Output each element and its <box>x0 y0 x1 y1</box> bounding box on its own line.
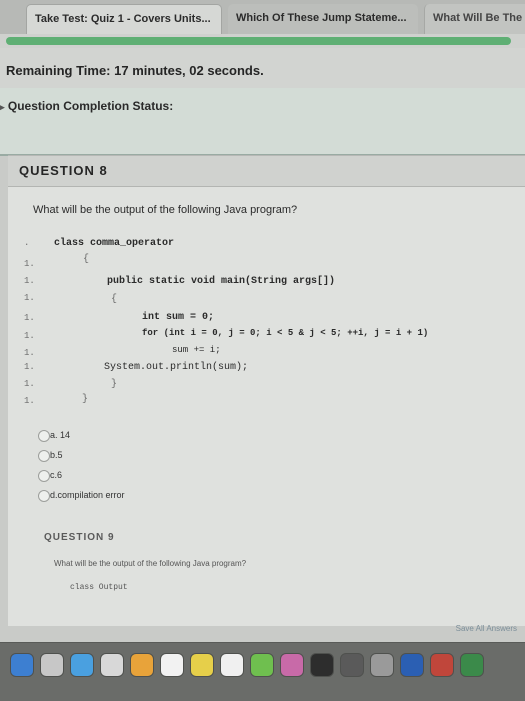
notes-icon[interactable] <box>190 653 214 677</box>
app-icon[interactable] <box>370 653 394 677</box>
radio-button[interactable] <box>38 490 50 502</box>
terminal-icon[interactable] <box>310 653 334 677</box>
code-gutter: 1. <box>24 293 35 303</box>
option-a-label: a. 14 <box>50 430 71 440</box>
code-line: } <box>82 394 89 405</box>
radio-button[interactable] <box>38 470 50 482</box>
question-9-text: What will be the output of the following… <box>54 559 247 568</box>
option-b[interactable]: b.5 <box>38 450 63 462</box>
code-gutter: 1. <box>24 259 35 269</box>
timer-progress-track <box>0 34 525 48</box>
option-a[interactable]: a. 14 <box>38 430 71 442</box>
mail-icon[interactable] <box>100 653 124 677</box>
messages-icon[interactable] <box>250 653 274 677</box>
remaining-time: Remaining Time: 17 minutes, 02 seconds. <box>6 63 264 78</box>
question-card: QUESTION 8 What will be the output of th… <box>8 155 525 633</box>
tab-jump-statements[interactable]: Which Of These Jump Stateme... <box>228 4 418 34</box>
code-line: { <box>83 254 90 265</box>
question-9-code: class Output <box>70 583 128 592</box>
dock <box>0 642 525 701</box>
question-8-header: QUESTION 8 <box>8 156 525 187</box>
option-d[interactable]: d.compilation error <box>38 490 125 502</box>
code-line: System.out.println(sum); <box>104 362 249 373</box>
code-gutter: 1. <box>24 276 35 286</box>
safari-icon[interactable] <box>70 653 94 677</box>
code-line: } <box>111 379 118 390</box>
code-gutter: 1. <box>24 396 35 406</box>
app-icon[interactable] <box>340 653 364 677</box>
calendar-icon[interactable] <box>160 653 184 677</box>
option-c-label: c.6 <box>50 470 63 480</box>
code-gutter: 1. <box>24 313 35 323</box>
question-8-text: What will be the output of the following… <box>33 204 298 216</box>
code-line: { <box>111 294 118 305</box>
powerpoint-icon[interactable] <box>430 653 454 677</box>
photos-icon[interactable] <box>280 653 304 677</box>
completion-status-label: Question Completion Status: <box>7 99 174 113</box>
timer-progress-fill <box>6 37 511 45</box>
code-line: public static void main(String args[]) <box>107 276 336 287</box>
reminders-icon[interactable] <box>220 653 244 677</box>
excel-icon[interactable] <box>460 653 484 677</box>
code-gutter: 1. <box>24 362 35 372</box>
tab-what-will-be[interactable]: What Will Be The O <box>424 4 525 34</box>
code-gutter: 1. <box>24 348 35 358</box>
question-8-title: QUESTION 8 <box>19 163 108 178</box>
word-icon[interactable] <box>400 653 424 677</box>
code-gutter: . <box>24 238 30 248</box>
contacts-icon[interactable] <box>130 653 154 677</box>
completion-status-toggle[interactable]: ▸ Question Completion Status: <box>0 99 173 113</box>
code-gutter: 1. <box>24 331 35 341</box>
completion-status-band: ▸ Question Completion Status: <box>0 88 525 156</box>
browser-tab-bar: Take Test: Quiz 1 - Covers Units... Whic… <box>0 0 525 35</box>
finder-icon[interactable] <box>10 653 34 677</box>
expand-arrow-icon[interactable]: ▸ <box>0 102 5 112</box>
remaining-time-value: 17 minutes, 02 seconds. <box>114 63 264 78</box>
option-d-label: d.compilation error <box>50 490 125 500</box>
timer-band: Remaining Time: 17 minutes, 02 seconds. <box>0 48 525 88</box>
question-9-title: QUESTION 9 <box>44 532 115 543</box>
code-line: sum += i; <box>172 345 221 355</box>
remaining-time-label: Remaining Time: <box>6 63 111 78</box>
radio-button[interactable] <box>38 430 50 442</box>
save-all-answers-link[interactable]: Save All Answers <box>456 624 517 633</box>
option-b-label: b.5 <box>50 450 63 460</box>
code-line: int sum = 0; <box>142 312 215 323</box>
code-line: class comma_operator <box>54 238 175 249</box>
radio-button[interactable] <box>38 450 50 462</box>
code-line: for (int i = 0, j = 0; i < 5 & j < 5; ++… <box>142 328 429 338</box>
option-c[interactable]: c.6 <box>38 470 63 482</box>
code-gutter: 1. <box>24 379 35 389</box>
tab-quiz[interactable]: Take Test: Quiz 1 - Covers Units... <box>26 4 222 34</box>
launchpad-icon[interactable] <box>40 653 64 677</box>
